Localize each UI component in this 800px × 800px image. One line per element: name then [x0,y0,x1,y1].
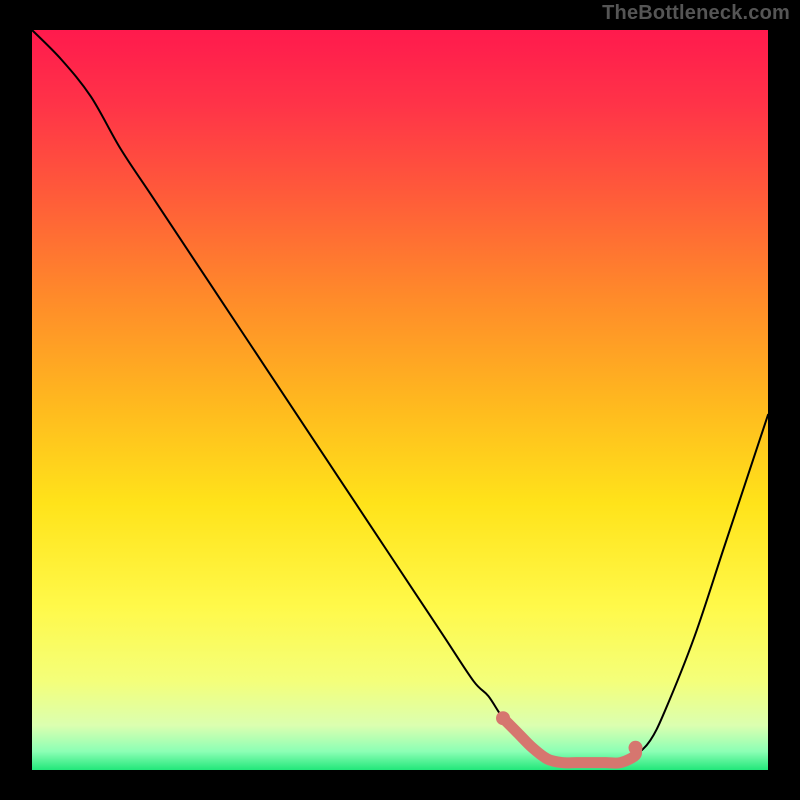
optimal-band-dot-right [629,741,643,755]
bottleneck-curve [32,30,768,763]
chart-svg [32,30,768,770]
optimal-band-dot-left [496,711,510,725]
plot-area [32,30,768,770]
watermark-text: TheBottleneck.com [602,2,790,25]
chart-frame: TheBottleneck.com [0,0,800,800]
optimal-band [502,717,637,763]
